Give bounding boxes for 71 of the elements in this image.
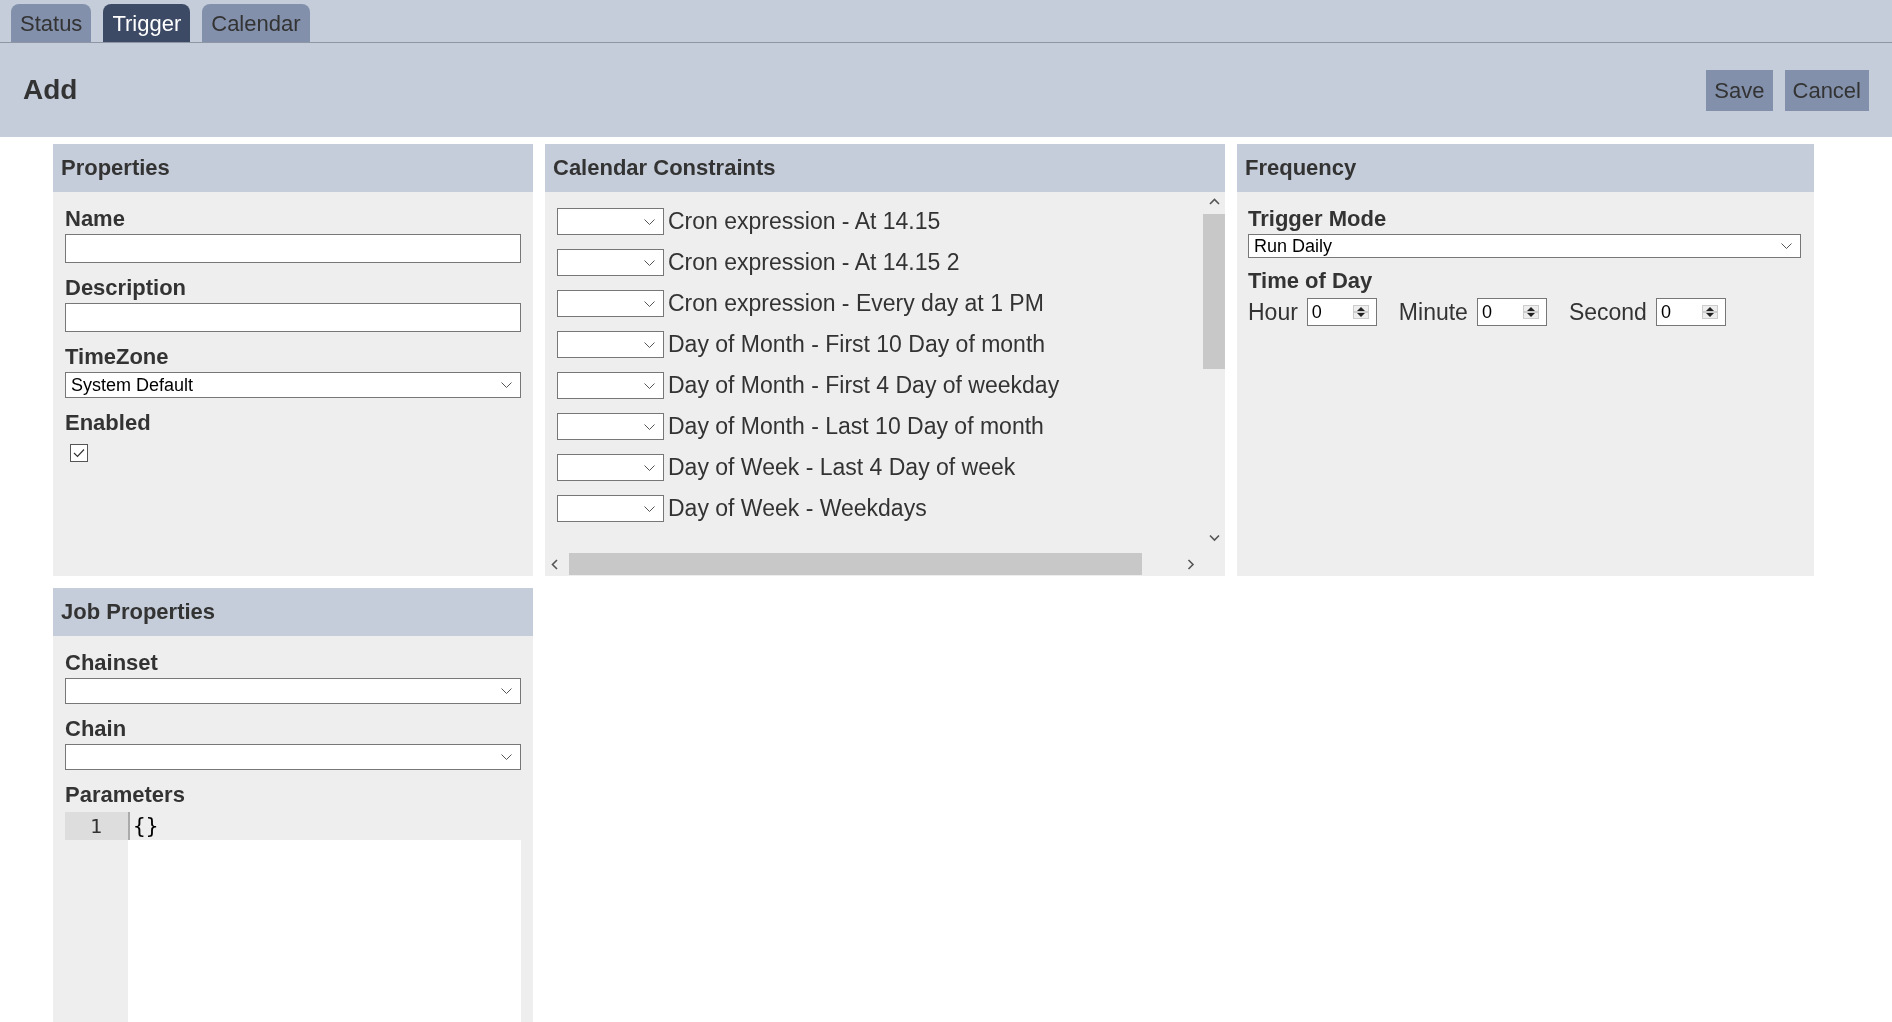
check-icon	[73, 448, 85, 458]
caret-icon	[644, 505, 655, 512]
field-label: Minute	[1398, 298, 1468, 326]
scroll-up-icon	[1208, 198, 1220, 206]
select-field[interactable]	[557, 413, 664, 440]
line-number: 1	[65, 812, 128, 840]
caret-icon	[501, 754, 512, 760]
number-field[interactable]: 0	[1306, 298, 1377, 326]
caret-icon	[644, 464, 655, 471]
caret-icon	[644, 218, 655, 225]
select-field[interactable]	[65, 744, 521, 770]
constraint-label: Day of Month - Last 10 Day of month	[668, 413, 1044, 440]
select-field[interactable]	[557, 454, 664, 481]
field-label: Chainset	[65, 649, 159, 677]
caret-icon	[644, 341, 655, 348]
caret-icon	[644, 259, 655, 266]
field-label: Time of Day	[1248, 267, 1374, 295]
select-field[interactable]	[65, 678, 521, 704]
action-button[interactable]: Save	[1706, 69, 1773, 111]
stepper-icon	[1352, 305, 1369, 319]
caret-icon	[501, 382, 512, 388]
field-label: Trigger Mode	[1248, 205, 1388, 233]
constraint-label: Cron expression - Every day at 1 PM	[668, 290, 1044, 317]
stepper-icon	[1701, 305, 1718, 319]
field-label: Second	[1568, 298, 1647, 326]
action-button[interactable]: Cancel	[1784, 69, 1869, 111]
number-field[interactable]: 0	[1476, 298, 1547, 326]
constraint-label: Cron expression - At 14.15 2	[668, 249, 960, 276]
caret-icon	[644, 300, 655, 307]
scroll-thumb[interactable]	[569, 553, 1142, 575]
panel-header: Job Properties	[53, 588, 533, 636]
field-label: Parameters	[65, 781, 186, 809]
page-title: Add	[23, 74, 78, 106]
select-field[interactable]	[557, 331, 664, 358]
caret-icon	[644, 382, 655, 389]
stepper-icon	[1522, 305, 1539, 319]
caret-icon	[644, 423, 655, 430]
tab[interactable]: Calendar	[202, 4, 310, 42]
caret-icon	[501, 688, 512, 694]
panel-header: Frequency	[1237, 144, 1814, 192]
number-field[interactable]: 0	[1655, 298, 1726, 326]
field-label: Enabled	[65, 409, 152, 437]
checkbox[interactable]	[70, 444, 88, 462]
constraint-label: Day of Month - First 10 Day of month	[668, 331, 1046, 358]
panel-header: Properties	[53, 144, 533, 192]
scroll-thumb[interactable]	[1203, 214, 1225, 369]
field-label: Hour	[1248, 298, 1298, 326]
select-field[interactable]: Run Daily	[1248, 234, 1801, 258]
field-label: Description	[65, 274, 188, 302]
select-field[interactable]: System Default	[65, 372, 521, 398]
select-field[interactable]	[557, 208, 664, 235]
caret-icon	[1781, 243, 1792, 249]
input-field[interactable]	[65, 303, 521, 332]
field-label: Chain	[65, 715, 128, 743]
scroll-right-icon	[1187, 558, 1195, 570]
constraint-label: Day of Month - First 4 Day of weekday	[668, 372, 1060, 399]
field-label: Name	[65, 205, 126, 233]
panel-header: Calendar Constraints	[545, 144, 1225, 192]
scroll-down-icon	[1208, 534, 1220, 542]
constraint-label: Day of Week - Last 4 Day of week	[668, 454, 1016, 481]
constraint-label: Cron expression - At 14.15	[668, 208, 941, 235]
select-field[interactable]	[557, 495, 664, 522]
select-field[interactable]	[557, 249, 664, 276]
select-field[interactable]	[557, 372, 664, 399]
field-label: TimeZone	[65, 343, 170, 371]
scroll-left-icon	[551, 558, 559, 570]
constraint-label: Day of Week - Weekdays	[668, 495, 927, 522]
tab[interactable]: Status	[11, 4, 92, 42]
select-field[interactable]	[557, 290, 664, 317]
input-field[interactable]	[65, 234, 521, 263]
tab[interactable]: Trigger	[103, 4, 191, 42]
